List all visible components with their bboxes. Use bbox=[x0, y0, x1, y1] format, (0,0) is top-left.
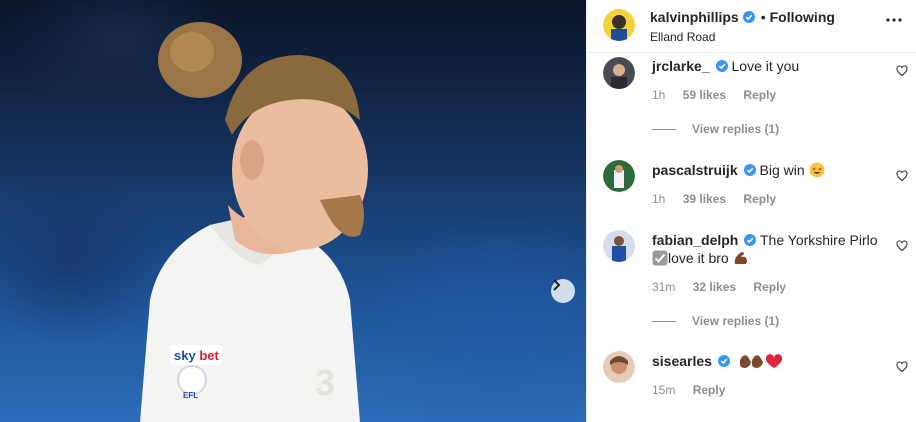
comment-meta: 1h 59 likes Reply bbox=[652, 88, 790, 102]
post-header: kalvinphillips • Following Elland Road bbox=[587, 0, 916, 53]
commenter-username[interactable]: jrclarke_ bbox=[652, 58, 710, 74]
author-avatar[interactable] bbox=[603, 9, 635, 41]
comments-list[interactable]: jrclarke_ Love it you 1h 59 likes Reply … bbox=[587, 53, 916, 422]
view-replies-button[interactable]: View replies (1) bbox=[652, 314, 779, 328]
post-photo: sky bet EFL 3 bbox=[0, 0, 586, 422]
check-mark-emoji bbox=[652, 250, 668, 266]
commenter-username[interactable]: sisearles bbox=[652, 353, 712, 369]
comment-time: 15m bbox=[652, 383, 676, 397]
header-separator: • bbox=[760, 9, 766, 25]
view-replies-label: View replies (1) bbox=[692, 122, 780, 136]
comment-body: fabian_delph The Yorkshire Pirlo love it… bbox=[652, 231, 888, 267]
reply-button[interactable]: Reply bbox=[743, 88, 776, 102]
comment-body: pascalstruijk Big win bbox=[652, 161, 888, 179]
carousel-next-button[interactable] bbox=[551, 279, 575, 303]
more-options-icon[interactable] bbox=[884, 14, 904, 26]
commenter-avatar[interactable] bbox=[603, 230, 635, 262]
player-illustration: sky bet EFL 3 bbox=[140, 22, 368, 422]
comment-likes[interactable]: 59 likes bbox=[683, 88, 726, 102]
replies-line bbox=[652, 128, 676, 130]
commenter-avatar[interactable] bbox=[603, 57, 635, 89]
kit-sponsor-text: sky bet bbox=[174, 348, 219, 363]
verified-badge-icon bbox=[742, 11, 755, 23]
post-location[interactable]: Elland Road bbox=[650, 30, 715, 44]
replies-line bbox=[652, 320, 676, 322]
comment-body: jrclarke_ Love it you bbox=[652, 57, 888, 75]
reply-button[interactable]: Reply bbox=[743, 192, 776, 206]
star-struck-emoji bbox=[809, 162, 825, 178]
comment-time: 1h bbox=[652, 192, 666, 206]
commenter-username[interactable]: pascalstruijk bbox=[652, 162, 738, 178]
view-replies-label: View replies (1) bbox=[692, 314, 780, 328]
comment-text-line2: love it bro bbox=[668, 250, 729, 266]
verified-badge-icon bbox=[744, 234, 757, 246]
verified-badge-icon bbox=[743, 164, 756, 176]
comment-likes[interactable]: 39 likes bbox=[683, 192, 726, 206]
like-heart-icon[interactable] bbox=[896, 240, 908, 252]
comment-time: 31m bbox=[652, 280, 676, 294]
comment-body: sisearles bbox=[652, 352, 888, 370]
comment-text: Big win bbox=[759, 162, 805, 178]
like-heart-icon[interactable] bbox=[896, 170, 908, 182]
comment-meta: 1h 39 likes Reply bbox=[652, 192, 790, 206]
commenter-avatar[interactable] bbox=[603, 351, 635, 383]
verified-badge-icon bbox=[715, 60, 728, 72]
comment-text: Love it you bbox=[731, 58, 800, 74]
efl-badge-text: EFL bbox=[183, 391, 198, 400]
chevron-right-icon bbox=[553, 279, 561, 291]
reply-button[interactable]: Reply bbox=[693, 383, 726, 397]
comment-time: 1h bbox=[652, 88, 666, 102]
commenter-avatar[interactable] bbox=[603, 160, 635, 192]
author-username[interactable]: kalvinphillips bbox=[650, 9, 739, 25]
like-heart-icon[interactable] bbox=[896, 361, 908, 373]
comment-meta: 31m 32 likes Reply bbox=[652, 280, 800, 294]
flexed-biceps-emoji bbox=[734, 252, 747, 264]
reply-button[interactable]: Reply bbox=[753, 280, 786, 294]
like-heart-icon[interactable] bbox=[896, 65, 908, 77]
comment-meta: 15m Reply bbox=[652, 383, 739, 397]
comment-likes[interactable]: 32 likes bbox=[693, 280, 736, 294]
clap-clap-heart-emoji bbox=[739, 354, 782, 368]
following-button[interactable]: Following bbox=[770, 9, 835, 25]
verified-badge-icon bbox=[717, 355, 730, 367]
svg-text:3: 3 bbox=[315, 362, 335, 403]
commenter-username[interactable]: fabian_delph bbox=[652, 232, 738, 248]
comment-text: The Yorkshire Pirlo bbox=[760, 232, 878, 248]
view-replies-button[interactable]: View replies (1) bbox=[652, 122, 779, 136]
